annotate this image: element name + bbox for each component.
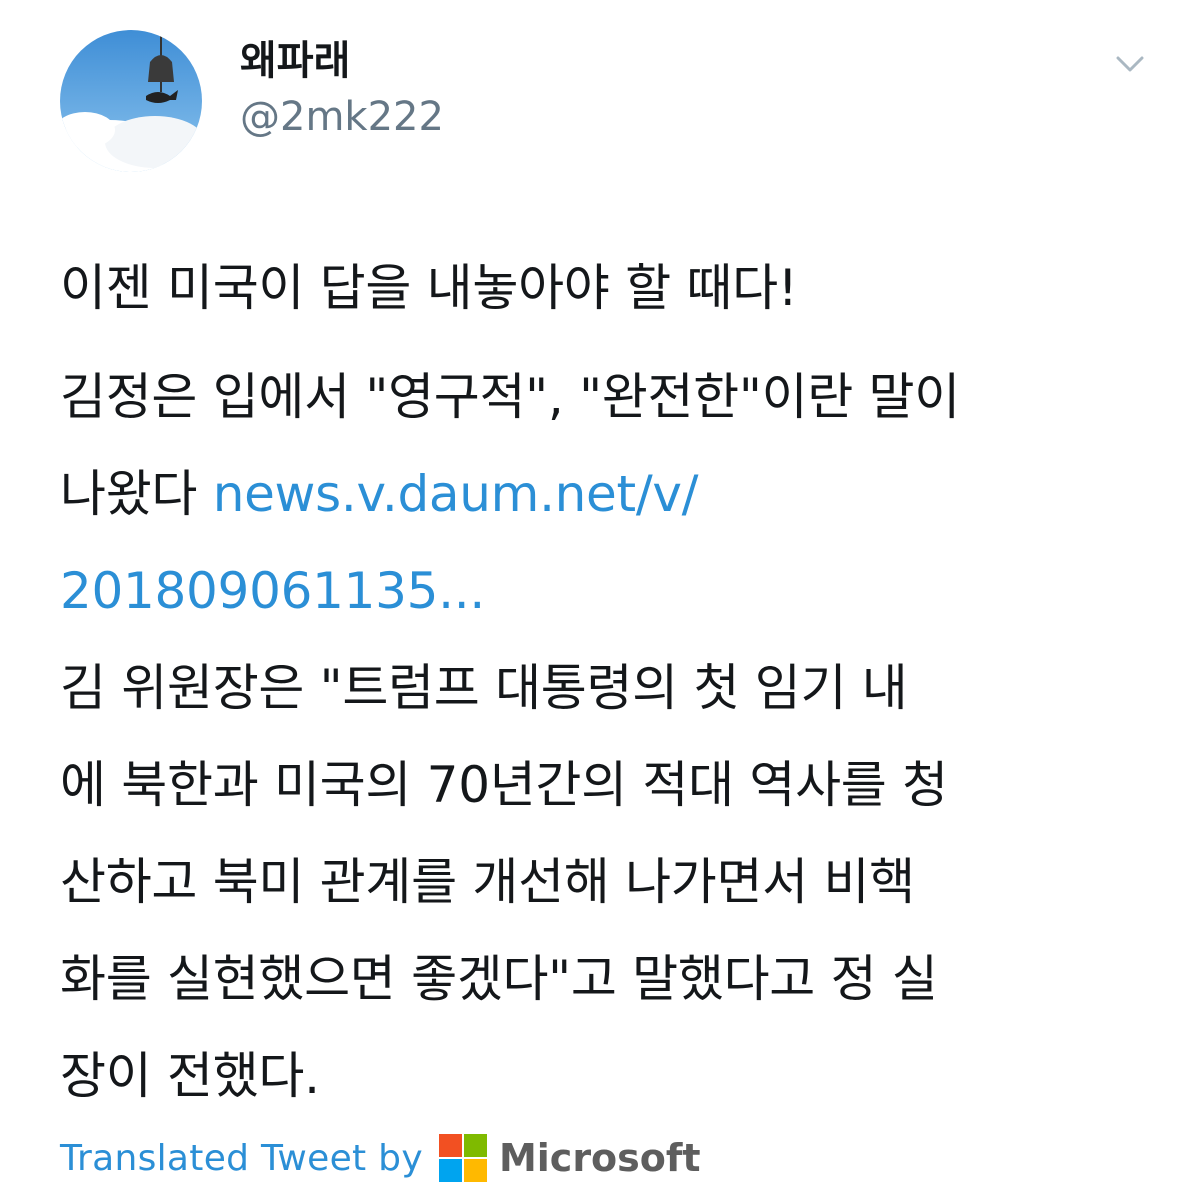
tweet-line: 나왔다 news.v.daum.net/v/ — [60, 446, 1160, 543]
tweet-headline: 이젠 미국이 답을 내놓아야 할 때다! — [60, 259, 798, 317]
quote-line: 장이 전했다. — [60, 1047, 320, 1105]
microsoft-name: Microsoft — [498, 1136, 701, 1180]
quote-line: 에 북한과 미국의 70년간의 적대 역사를 청 — [60, 756, 948, 814]
display-name[interactable]: 왜파래 — [240, 36, 350, 86]
translated-tweet-link[interactable]: Translated Tweet by — [60, 1138, 423, 1179]
microsoft-logo-icon — [438, 1134, 487, 1182]
tweet-text: 이젠 미국이 답을 내놓아야 할 때다! 김정은 입에서 "영구적", "완전한… — [60, 240, 1160, 1125]
sky-bell-avatar — [60, 30, 202, 172]
quote-line: 산하고 북미 관계를 개선해 나가면서 비핵 — [60, 853, 915, 911]
quote-line: 화를 실현했으면 좋겠다"고 말했다고 정 실 — [60, 950, 938, 1008]
quote-line: 김 위원장은 "트럼프 대통령의 첫 임기 내 — [60, 659, 908, 717]
avatar[interactable] — [60, 30, 202, 172]
translation-attribution: Translated Tweet by Microsoft — [60, 1128, 701, 1185]
tweet-menu-button[interactable] — [1108, 46, 1152, 82]
user-handle[interactable]: @2mk222 — [240, 92, 444, 142]
chevron-down-icon — [1116, 56, 1144, 72]
tweet-line: 김정은 입에서 "영구적", "완전한"이란 말이 — [60, 368, 960, 426]
tweet-line: 201809061135... — [60, 543, 1160, 640]
news-link-continued[interactable]: 201809061135... — [60, 562, 485, 620]
news-link[interactable]: news.v.daum.net/v/ — [213, 465, 699, 523]
tweet-line-text: 나왔다 — [60, 465, 198, 523]
